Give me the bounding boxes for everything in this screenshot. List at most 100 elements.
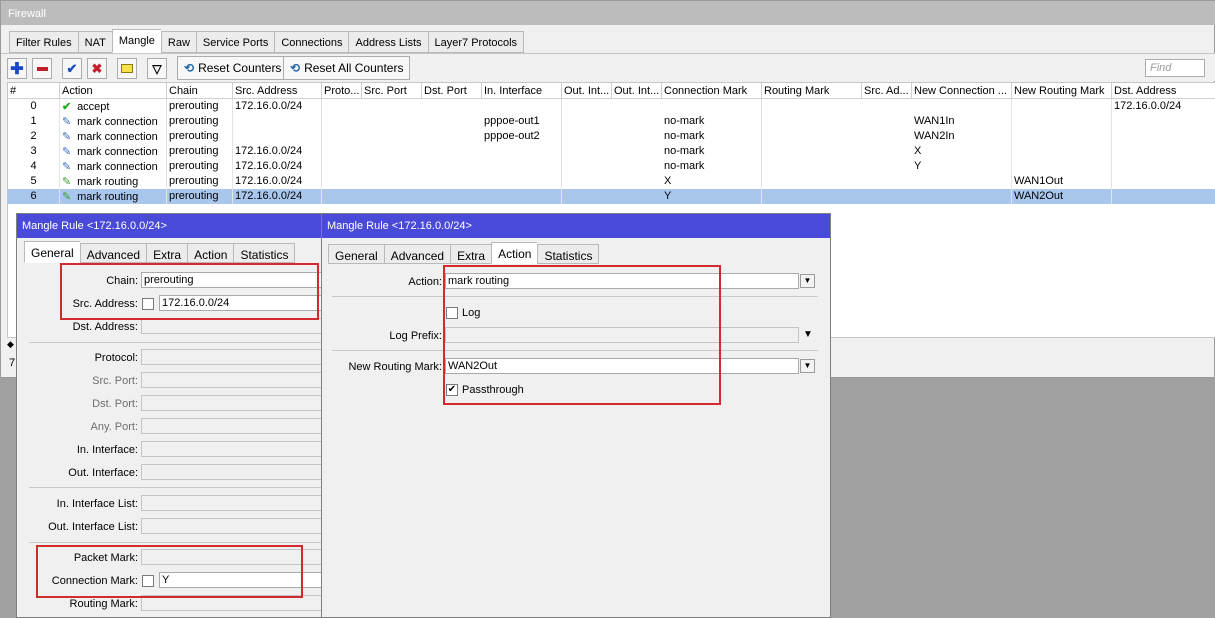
tab-action[interactable]: Action: [187, 243, 234, 263]
table-row[interactable]: 5 ✎ mark routing prerouting 172.16.0.0/2…: [8, 174, 1215, 189]
any-port-field[interactable]: [141, 418, 321, 434]
row-action-label: mark routing: [77, 176, 139, 188]
tab-layer7-protocols[interactable]: Layer7 Protocols: [427, 31, 525, 53]
check-icon[interactable]: ✔: [62, 58, 82, 79]
toolbar: ✚ ✔ ✖ ▽ ⟲ Reset Counters ⟲ Reset All Count…: [1, 53, 1215, 81]
any-port-label: Any. Port:: [90, 421, 138, 433]
dialog-tabs: General Advanced Extra Action Statistics: [328, 242, 600, 264]
col-out-interface-list[interactable]: Out. Int...: [612, 83, 662, 99]
reset-counters-button[interactable]: ⟲ Reset Counters: [177, 56, 289, 80]
tab-nat[interactable]: NAT: [77, 31, 112, 53]
out-interface-field[interactable]: [141, 464, 321, 480]
comment-icon[interactable]: [117, 58, 137, 79]
tab-action[interactable]: Action: [491, 242, 538, 264]
row-dst-address: [1112, 189, 1215, 204]
reset-all-icon: ⟲: [290, 61, 301, 75]
row-dst-address: 172.16.0.0/24: [1112, 99, 1215, 114]
row-src-address: 172.16.0.0/24: [233, 189, 322, 204]
row-action-label: mark connection: [77, 161, 158, 173]
reset-all-counters-button[interactable]: ⟲ Reset All Counters: [283, 56, 411, 80]
tab-service-ports[interactable]: Service Ports: [195, 31, 275, 53]
plus-icon[interactable]: ✚: [7, 58, 27, 79]
row-new-connection-mark: WAN1In: [912, 114, 1012, 129]
tab-raw[interactable]: Raw: [160, 31, 196, 53]
col-dst-address[interactable]: Dst. Address: [1112, 83, 1215, 99]
highlight-box: [443, 265, 721, 405]
protocol-field[interactable]: [141, 349, 321, 365]
window-title: Firewall: [1, 1, 1215, 25]
mark-routing-icon: ✎: [62, 191, 72, 203]
col-out-interface[interactable]: Out. Int...: [562, 83, 612, 99]
tab-filter-rules[interactable]: Filter Rules: [9, 31, 78, 53]
out-interface-list-field[interactable]: [141, 518, 321, 534]
mangle-rule-dialog-action: Mangle Rule <172.16.0.0/24> General Adva…: [321, 213, 831, 618]
table-row-selected[interactable]: 6 ✎ mark routing prerouting 172.16.0.0/2…: [8, 189, 1215, 204]
col-chain[interactable]: Chain: [167, 83, 233, 99]
row-connection-mark: no-mark: [662, 159, 762, 174]
tab-extra[interactable]: Extra: [146, 243, 188, 263]
tab-address-lists[interactable]: Address Lists: [348, 31, 428, 53]
dst-address-field[interactable]: [141, 318, 321, 334]
mark-routing-icon: ✎: [62, 176, 72, 188]
row-dst-address: [1112, 159, 1215, 174]
row-connection-mark: no-mark: [662, 114, 762, 129]
row-number: 6: [8, 189, 60, 204]
row-number: 0: [8, 99, 60, 114]
col-num[interactable]: #: [8, 83, 60, 99]
row-number: 3: [8, 144, 60, 159]
table-row[interactable]: 2 ✎ mark connection prerouting pppoe-out…: [8, 129, 1215, 144]
find-input[interactable]: Find: [1145, 59, 1205, 77]
col-in-interface[interactable]: In. Interface: [482, 83, 562, 99]
tab-mangle[interactable]: Mangle: [111, 29, 161, 53]
row-in-interface: [482, 159, 562, 174]
minus-icon[interactable]: [32, 58, 52, 79]
row-number: 2: [8, 129, 60, 144]
tab-statistics[interactable]: Statistics: [233, 243, 296, 263]
table-row[interactable]: 4 ✎ mark connection prerouting 172.16.0.…: [8, 159, 1215, 174]
tab-general[interactable]: General: [328, 244, 384, 264]
row-action-label: mark connection: [77, 131, 158, 143]
table-row[interactable]: 1 ✎ mark connection prerouting pppoe-out…: [8, 114, 1215, 129]
table-row[interactable]: 0 ✔ accept prerouting 172.16.0.0/24 172.…: [8, 99, 1215, 114]
row-action: ✎ mark connection: [60, 144, 167, 159]
col-connection-mark[interactable]: Connection Mark: [662, 83, 762, 99]
col-src-address[interactable]: Src. Address: [233, 83, 322, 99]
col-routing-mark[interactable]: Routing Mark: [762, 83, 862, 99]
row-action-label: mark connection: [77, 116, 158, 128]
row-in-interface: [482, 144, 562, 159]
tab-general[interactable]: General: [24, 241, 80, 263]
tab-advanced[interactable]: Advanced: [79, 243, 147, 263]
row-chain: prerouting: [167, 189, 233, 204]
col-src-port[interactable]: Src. Port: [362, 83, 422, 99]
row-chain: prerouting: [167, 159, 233, 174]
row-src-address: 172.16.0.0/24: [233, 159, 322, 174]
tab-connections[interactable]: Connections: [274, 31, 349, 53]
reset-counters-label: Reset Counters: [198, 61, 282, 75]
dropdown-icon[interactable]: ▼: [800, 274, 815, 288]
col-action[interactable]: Action: [60, 83, 167, 99]
table-row[interactable]: 3 ✎ mark connection prerouting 172.16.0.…: [8, 144, 1215, 159]
tab-extra[interactable]: Extra: [450, 244, 492, 264]
tab-statistics[interactable]: Statistics: [537, 244, 600, 264]
x-icon[interactable]: ✖: [87, 58, 107, 79]
tab-advanced[interactable]: Advanced: [383, 244, 451, 264]
dropdown-icon[interactable]: ▼: [800, 359, 815, 373]
row-in-interface: pppoe-out1: [482, 114, 562, 129]
dst-port-field[interactable]: [141, 395, 321, 411]
filter-icon[interactable]: ▽: [147, 58, 167, 79]
highlight-box: [60, 263, 319, 320]
col-dst-port[interactable]: Dst. Port: [422, 83, 482, 99]
chevron-down-icon[interactable]: ▼: [803, 329, 813, 340]
protocol-label: Protocol:: [94, 352, 138, 364]
row-in-interface: [482, 99, 562, 114]
col-new-connection-mark[interactable]: New Connection ...: [912, 83, 1012, 99]
col-new-routing-mark[interactable]: New Routing Mark: [1012, 83, 1112, 99]
row-new-routing-mark: [1012, 99, 1112, 114]
col-protocol[interactable]: Proto...: [322, 83, 362, 99]
dialog-tabs: General Advanced Extra Action Statistics: [24, 241, 296, 263]
col-src-address-list[interactable]: Src. Ad...: [862, 83, 912, 99]
in-interface-field[interactable]: [141, 441, 321, 457]
src-port-field[interactable]: [141, 372, 321, 388]
in-interface-list-field[interactable]: [141, 495, 321, 511]
divider: [29, 487, 321, 488]
